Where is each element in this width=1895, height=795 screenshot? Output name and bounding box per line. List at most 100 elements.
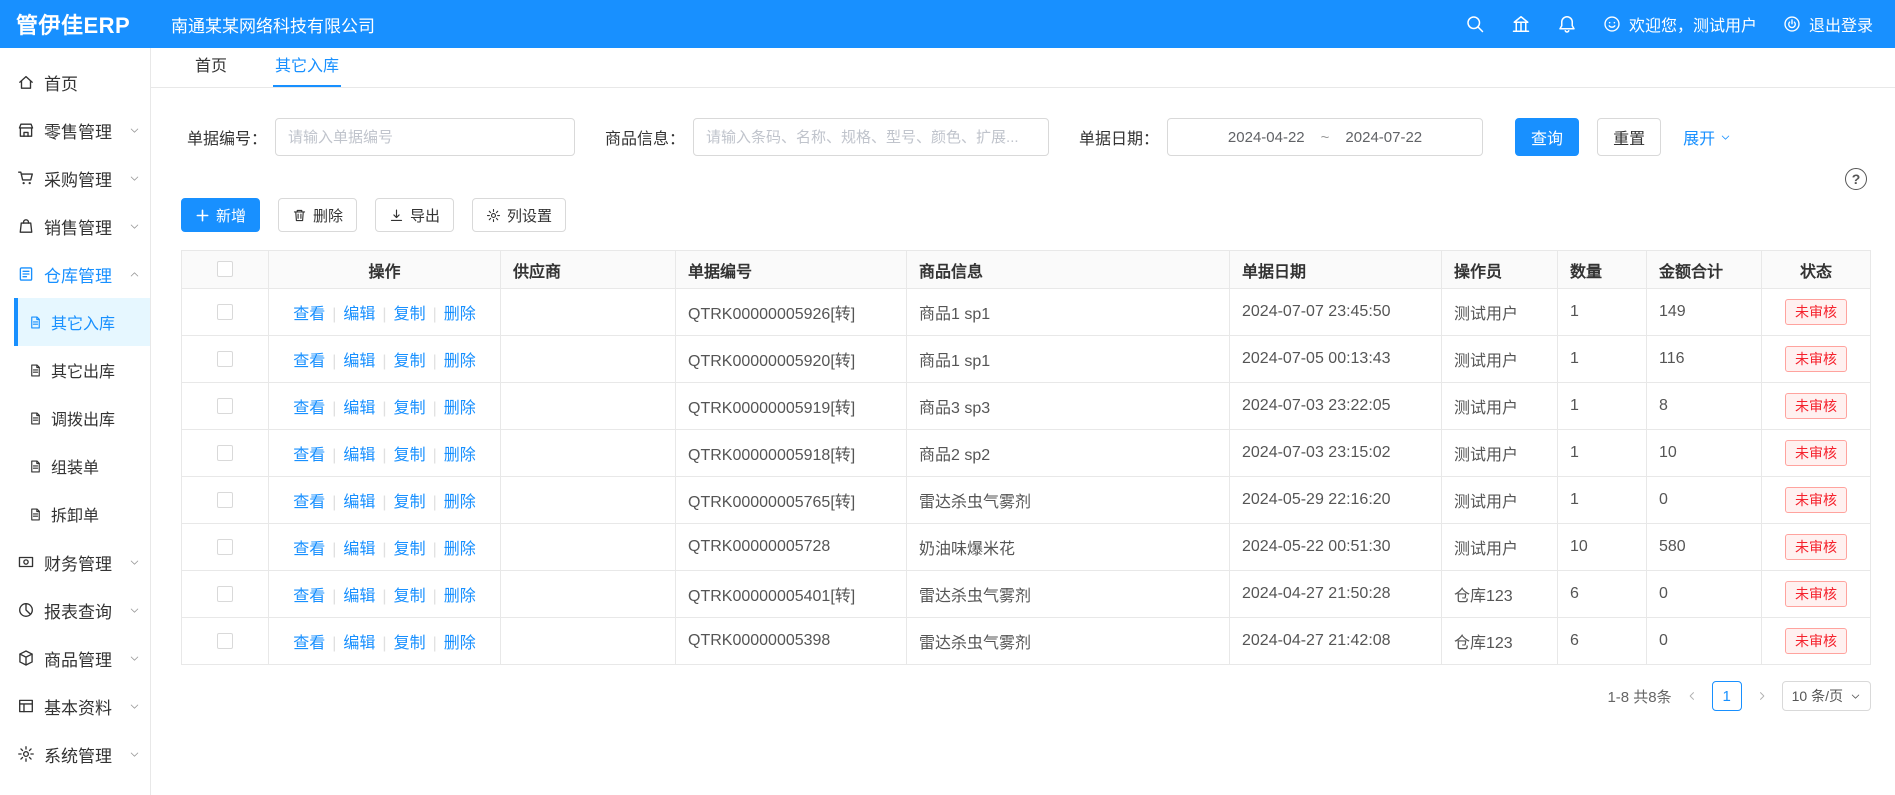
column-settings-button[interactable]: 列设置	[472, 198, 566, 232]
goods-icon	[17, 649, 35, 667]
action-edit-link[interactable]: 编辑	[343, 588, 375, 605]
cell-bill-no: QTRK00000005728	[676, 524, 907, 571]
sidebar-subitem-transfer-outbound[interactable]: 调拨出库	[0, 394, 150, 442]
action-view-link[interactable]: 查看	[293, 541, 325, 558]
prev-page-button[interactable]	[1686, 690, 1698, 702]
cell-amount-total: 0	[1647, 477, 1762, 524]
action-copy-link[interactable]: 复制	[394, 541, 426, 558]
export-button[interactable]: 导出	[375, 198, 454, 232]
action-copy-link[interactable]: 复制	[394, 306, 426, 323]
chevron-down-icon	[1850, 691, 1861, 702]
tab-other-inbound[interactable]: 其它入库	[273, 44, 341, 87]
sidebar-item-retail[interactable]: 零售管理	[0, 106, 150, 154]
action-delete-link[interactable]: 删除	[444, 353, 476, 370]
help-icon[interactable]: ?	[1845, 168, 1867, 190]
action-copy-link[interactable]: 复制	[394, 400, 426, 417]
sidebar-subitem-assembly[interactable]: 组装单	[0, 442, 150, 490]
sidebar-item-sales[interactable]: 销售管理	[0, 202, 150, 250]
action-copy-link[interactable]: 复制	[394, 447, 426, 464]
chevron-down-icon	[1720, 132, 1731, 143]
action-delete-link[interactable]: 删除	[444, 306, 476, 323]
cell-supplier	[501, 430, 676, 477]
action-copy-link[interactable]: 复制	[394, 588, 426, 605]
col-header-operator: 操作员	[1442, 251, 1558, 289]
action-view-link[interactable]: 查看	[293, 588, 325, 605]
sidebar-item-home[interactable]: 首页	[0, 58, 150, 106]
sidebar-item-report[interactable]: 报表查询	[0, 586, 150, 634]
action-copy-link[interactable]: 复制	[394, 353, 426, 370]
action-copy-link[interactable]: 复制	[394, 494, 426, 511]
sidebar-item-finance[interactable]: 财务管理	[0, 538, 150, 586]
action-delete-link[interactable]: 删除	[444, 400, 476, 417]
table-row: 查看|编辑|复制|删除QTRK00000005918[转]商品2 sp22024…	[182, 430, 1871, 477]
date-range-picker[interactable]: 2024-04-22 ~ 2024-07-22	[1167, 118, 1483, 156]
action-view-link[interactable]: 查看	[293, 306, 325, 323]
row-checkbox[interactable]	[217, 539, 233, 555]
action-view-link[interactable]: 查看	[293, 635, 325, 652]
page-size-select[interactable]: 10 条/页	[1782, 681, 1871, 711]
sidebar-item-goods[interactable]: 商品管理	[0, 634, 150, 682]
expand-link[interactable]: 展开	[1683, 125, 1731, 149]
sidebar-subitem-other-inbound[interactable]: 其它入库	[14, 298, 150, 346]
action-edit-link[interactable]: 编辑	[343, 494, 375, 511]
welcome-text: 欢迎您，测试用户	[1629, 12, 1757, 36]
row-checkbox[interactable]	[217, 586, 233, 602]
add-button[interactable]: 新增	[181, 198, 260, 232]
sidebar-item-system[interactable]: 系统管理	[0, 730, 150, 778]
action-edit-link[interactable]: 编辑	[343, 306, 375, 323]
sidebar-item-basic[interactable]: 基本资料	[0, 682, 150, 730]
welcome-user[interactable]: 欢迎您，测试用户	[1603, 12, 1757, 36]
row-checkbox[interactable]	[217, 398, 233, 414]
cell-amount-total: 8	[1647, 383, 1762, 430]
product-info-label: 商品信息：	[605, 125, 685, 149]
table-body: 查看|编辑|复制|删除QTRK00000005926[转]商品1 sp12024…	[182, 289, 1871, 665]
action-edit-link[interactable]: 编辑	[343, 541, 375, 558]
action-edit-link[interactable]: 编辑	[343, 635, 375, 652]
select-all-checkbox[interactable]	[217, 261, 233, 277]
bill-no-input[interactable]	[275, 118, 575, 156]
product-info-input[interactable]	[693, 118, 1049, 156]
cell-bill-date: 2024-07-03 23:15:02	[1230, 430, 1442, 477]
action-separator: |	[433, 353, 437, 370]
row-checkbox[interactable]	[217, 445, 233, 461]
action-edit-link[interactable]: 编辑	[343, 447, 375, 464]
action-separator: |	[332, 447, 336, 464]
action-delete-link[interactable]: 删除	[444, 635, 476, 652]
action-edit-link[interactable]: 编辑	[343, 400, 375, 417]
warehouse-icon	[17, 265, 35, 283]
sidebar-item-purchase[interactable]: 采购管理	[0, 154, 150, 202]
action-view-link[interactable]: 查看	[293, 400, 325, 417]
delete-button[interactable]: 删除	[278, 198, 357, 232]
next-page-button[interactable]	[1756, 690, 1768, 702]
cell-bill-date: 2024-07-05 00:13:43	[1230, 336, 1442, 383]
action-view-link[interactable]: 查看	[293, 353, 325, 370]
row-checkbox[interactable]	[217, 633, 233, 649]
sidebar-item-warehouse[interactable]: 仓库管理	[0, 250, 150, 298]
cell-quantity: 10	[1558, 524, 1647, 571]
search-button[interactable]: 查询	[1515, 118, 1579, 156]
tab-home[interactable]: 首页	[193, 44, 229, 87]
row-checkbox[interactable]	[217, 351, 233, 367]
sidebar-item-label: 系统管理	[44, 742, 112, 767]
action-delete-link[interactable]: 删除	[444, 494, 476, 511]
logout-button[interactable]: 退出登录	[1783, 12, 1873, 36]
reset-button[interactable]: 重置	[1597, 118, 1661, 156]
action-delete-link[interactable]: 删除	[444, 588, 476, 605]
sidebar-subitem-disassembly[interactable]: 拆卸单	[0, 490, 150, 538]
sidebar-subitem-other-outbound[interactable]: 其它出库	[0, 346, 150, 394]
action-edit-link[interactable]: 编辑	[343, 353, 375, 370]
action-separator: |	[332, 353, 336, 370]
action-delete-link[interactable]: 删除	[444, 541, 476, 558]
row-checkbox[interactable]	[217, 492, 233, 508]
action-delete-link[interactable]: 删除	[444, 447, 476, 464]
date-separator: ~	[1321, 129, 1330, 146]
search-icon[interactable]	[1465, 14, 1485, 34]
action-copy-link[interactable]: 复制	[394, 635, 426, 652]
bank-icon[interactable]	[1511, 14, 1531, 34]
row-checkbox[interactable]	[217, 304, 233, 320]
bell-icon[interactable]	[1557, 14, 1577, 34]
action-view-link[interactable]: 查看	[293, 447, 325, 464]
action-view-link[interactable]: 查看	[293, 494, 325, 511]
sidebar-subitem-label: 其它出库	[51, 358, 115, 382]
page-number[interactable]: 1	[1712, 681, 1742, 711]
